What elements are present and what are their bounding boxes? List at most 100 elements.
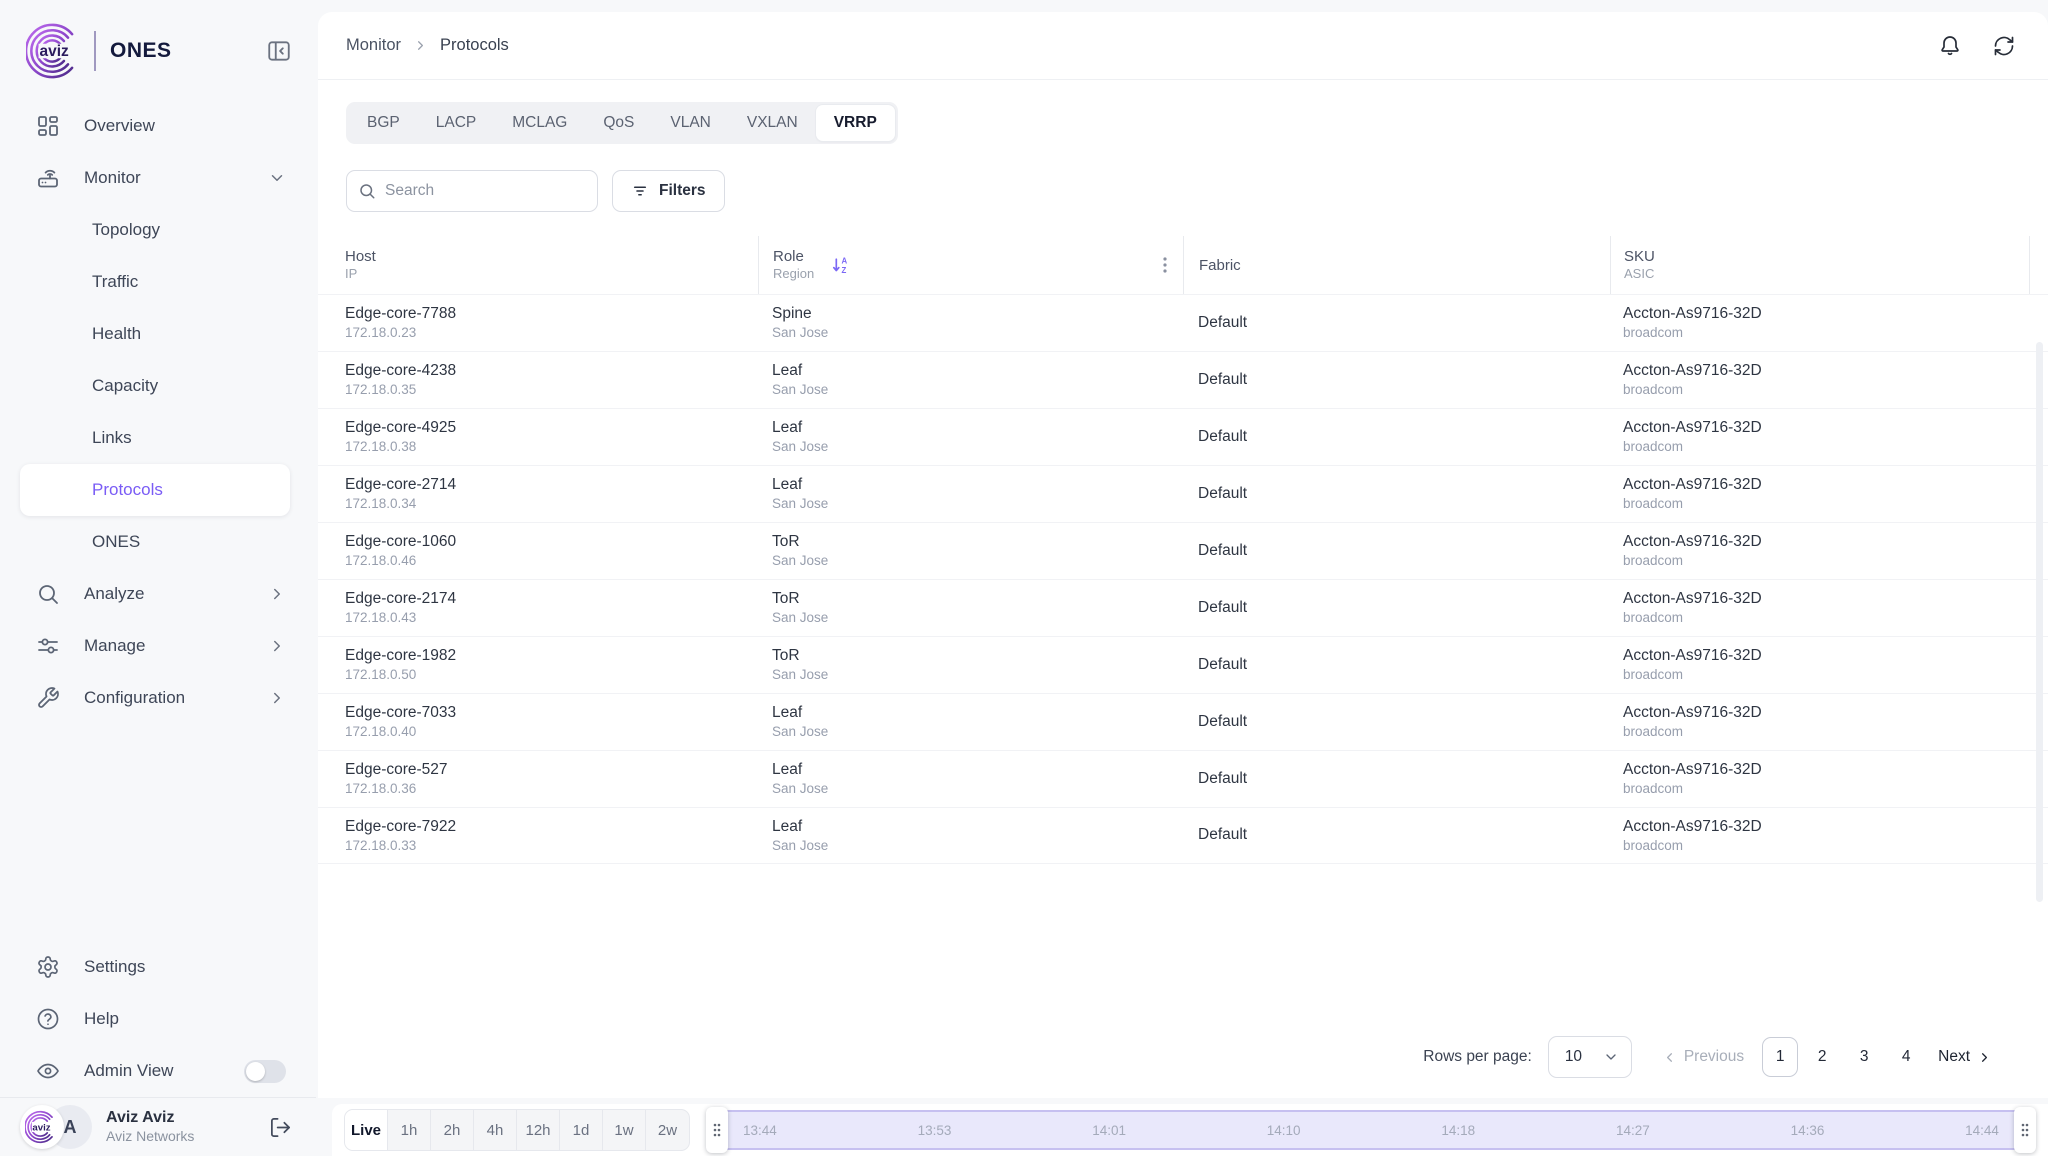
- refresh-button[interactable]: [1992, 34, 2016, 58]
- logout-button[interactable]: [269, 1116, 292, 1139]
- sidebar: aviz ONES Overview Monitor: [0, 0, 316, 1156]
- tab-bgp[interactable]: BGP: [349, 105, 418, 141]
- breadcrumb-parent[interactable]: Monitor: [346, 36, 401, 55]
- search-wrap: [346, 170, 598, 212]
- logout-icon: [269, 1116, 292, 1139]
- sidebar-item-help[interactable]: Help: [0, 993, 316, 1045]
- search-input[interactable]: [346, 170, 598, 212]
- range-1d[interactable]: 1d: [560, 1110, 603, 1150]
- tab-vlan[interactable]: VLAN: [652, 105, 729, 141]
- range-4h[interactable]: 4h: [474, 1110, 517, 1150]
- sidebar-item-topology[interactable]: Topology: [0, 204, 316, 256]
- sidebar-item-label: Configuration: [84, 688, 185, 708]
- wrench-icon: [36, 686, 60, 710]
- sidebar-item-capacity[interactable]: Capacity: [0, 360, 316, 412]
- gear-icon: [36, 955, 60, 979]
- table-row[interactable]: Edge-core-2174172.18.0.43 ToRSan Jose De…: [318, 579, 2048, 636]
- column-menu-button[interactable]: [1157, 256, 1173, 274]
- sidebar-item-protocols[interactable]: Protocols: [20, 464, 290, 516]
- table-row[interactable]: Edge-core-527172.18.0.36 LeafSan Jose De…: [318, 750, 2048, 807]
- column-header-sku[interactable]: SKU ASIC: [1610, 236, 2030, 294]
- sidebar-item-analyze[interactable]: Analyze: [0, 568, 316, 620]
- sort-az-icon[interactable]: A Z: [830, 255, 851, 276]
- sidebar-item-manage[interactable]: Manage: [0, 620, 316, 672]
- timeline-selected-band[interactable]: 13:44 13:53 14:01 14:10 14:18 14:27 14:3…: [717, 1110, 2025, 1150]
- asic-value: broadcom: [1623, 609, 2030, 627]
- role-value: Leaf: [772, 475, 1183, 495]
- table-row[interactable]: Edge-core-1060172.18.0.46 ToRSan Jose De…: [318, 522, 2048, 579]
- asic-value: broadcom: [1623, 324, 2030, 342]
- sidebar-item-label: Monitor: [84, 168, 141, 188]
- tab-mclag[interactable]: MCLAG: [494, 105, 585, 141]
- column-header-fabric[interactable]: Fabric: [1183, 236, 1610, 294]
- column-header-host[interactable]: Host IP: [318, 236, 758, 294]
- role-value: ToR: [772, 532, 1183, 552]
- sidebar-item-health[interactable]: Health: [0, 308, 316, 360]
- fabric-value: Default: [1198, 427, 1610, 447]
- search-icon: [36, 582, 60, 606]
- table-row[interactable]: Edge-core-2714172.18.0.34 LeafSan Jose D…: [318, 465, 2048, 522]
- fabric-value: Default: [1198, 769, 1610, 789]
- previous-page-button[interactable]: Previous: [1662, 1048, 1744, 1066]
- tab-qos[interactable]: QoS: [585, 105, 652, 141]
- table-row[interactable]: Edge-core-7922172.18.0.33 LeafSan Jose D…: [318, 807, 2048, 864]
- role-value: ToR: [772, 589, 1183, 609]
- page-button-1[interactable]: 1: [1762, 1037, 1798, 1077]
- host-value: Edge-core-7033: [345, 703, 758, 723]
- ip-value: 172.18.0.50: [345, 666, 758, 684]
- table-row[interactable]: Edge-core-1982172.18.0.50 ToRSan Jose De…: [318, 636, 2048, 693]
- timeline: 13:44 13:53 14:01 14:10 14:18 14:27 14:3…: [706, 1107, 2036, 1153]
- sidebar-item-label: Analyze: [84, 584, 144, 604]
- rows-per-page-select[interactable]: 10: [1548, 1036, 1632, 1078]
- sku-value: Accton-As9716-32D: [1623, 703, 2030, 723]
- timeline-right-handle[interactable]: [2014, 1107, 2036, 1153]
- table-row[interactable]: Edge-core-7788172.18.0.23 SpineSan Jose …: [318, 294, 2048, 351]
- rows-per-page-value: 10: [1565, 1048, 1582, 1066]
- range-12h[interactable]: 12h: [517, 1110, 560, 1150]
- table-row[interactable]: Edge-core-4238172.18.0.35 LeafSan Jose D…: [318, 351, 2048, 408]
- page-button-3[interactable]: 3: [1846, 1037, 1882, 1077]
- admin-view-toggle[interactable]: [244, 1060, 286, 1083]
- topbar-actions: [1938, 34, 2016, 58]
- tab-vrrp[interactable]: VRRP: [816, 105, 895, 141]
- sidebar-item-admin-view: Admin View: [0, 1045, 316, 1097]
- tab-lacp[interactable]: LACP: [418, 105, 495, 141]
- timeline-tick: 13:53: [918, 1123, 952, 1138]
- range-2w[interactable]: 2w: [646, 1110, 689, 1150]
- asic-value: broadcom: [1623, 495, 2030, 513]
- sidebar-item-monitor[interactable]: Monitor: [0, 152, 316, 204]
- range-2h[interactable]: 2h: [431, 1110, 474, 1150]
- sidebar-item-overview[interactable]: Overview: [0, 100, 316, 152]
- asic-value: broadcom: [1623, 780, 2030, 798]
- next-page-button[interactable]: Next: [1938, 1048, 1992, 1066]
- table-scrollbar[interactable]: [2036, 342, 2043, 902]
- avatar-aviz-logo: aviz: [20, 1105, 64, 1149]
- sidebar-item-label: Settings: [84, 957, 145, 977]
- sidebar-item-traffic[interactable]: Traffic: [0, 256, 316, 308]
- table-row[interactable]: Edge-core-7033172.18.0.40 LeafSan Jose D…: [318, 693, 2048, 750]
- fabric-value: Default: [1198, 313, 1610, 333]
- sidebar-item-links[interactable]: Links: [0, 412, 316, 464]
- fabric-value: Default: [1198, 712, 1610, 732]
- sidebar-nav: Overview Monitor Topology Traffic Health…: [0, 94, 316, 724]
- region-value: San Jose: [772, 381, 1183, 399]
- page-button-2[interactable]: 2: [1804, 1037, 1840, 1077]
- page-button-4[interactable]: 4: [1888, 1037, 1924, 1077]
- column-header-role[interactable]: Role Region A Z: [758, 236, 1183, 294]
- page-buttons: 1 2 3 4: [1762, 1037, 1924, 1077]
- sidebar-item-settings[interactable]: Settings: [0, 941, 316, 993]
- range-1h[interactable]: 1h: [388, 1110, 431, 1150]
- timeline-left-handle[interactable]: [706, 1107, 728, 1153]
- range-1w[interactable]: 1w: [603, 1110, 646, 1150]
- notifications-button[interactable]: [1938, 34, 1962, 58]
- sidebar-item-configuration[interactable]: Configuration: [0, 672, 316, 724]
- host-value: Edge-core-2714: [345, 475, 758, 495]
- avatar-group: aviz A: [20, 1105, 92, 1149]
- sidebar-item-ones[interactable]: ONES: [0, 516, 316, 568]
- collapse-sidebar-button[interactable]: [266, 38, 292, 64]
- table-row[interactable]: Edge-core-4925172.18.0.38 LeafSan Jose D…: [318, 408, 2048, 465]
- filters-button[interactable]: Filters: [612, 170, 725, 212]
- range-live[interactable]: Live: [345, 1110, 388, 1150]
- tab-vxlan[interactable]: VXLAN: [729, 105, 816, 141]
- chevron-down-icon: [268, 169, 286, 187]
